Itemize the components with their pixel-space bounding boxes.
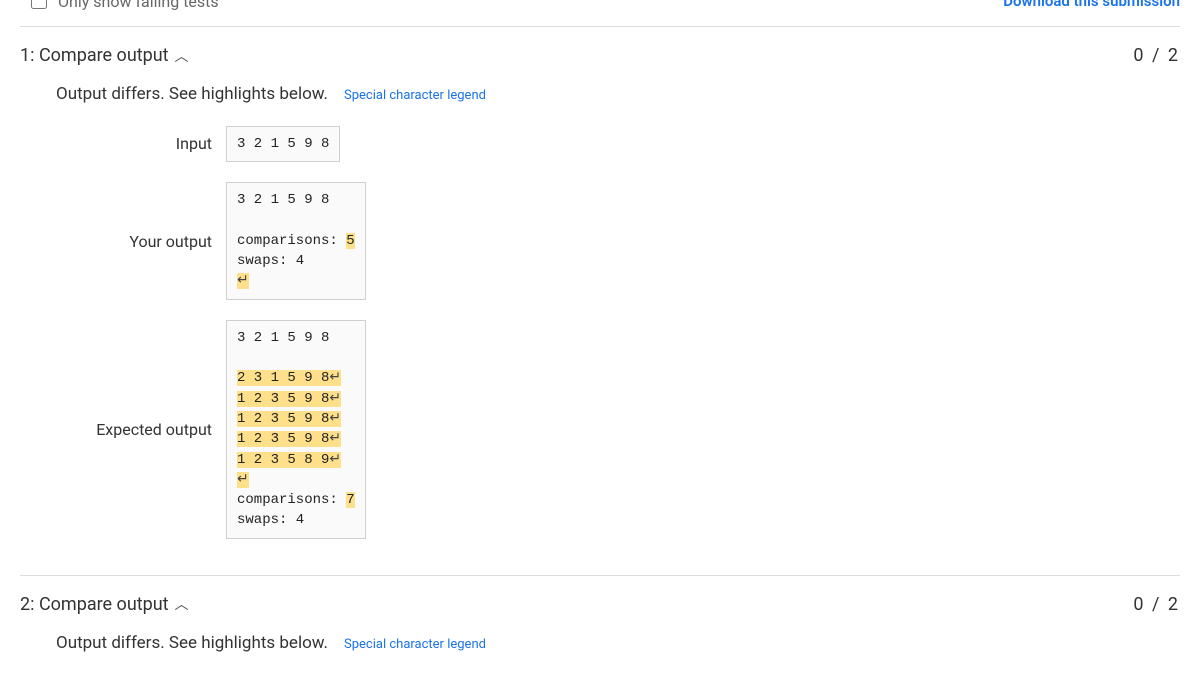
your-swaps: swaps: 4 xyxy=(237,253,304,269)
your-output-label: Your output xyxy=(56,232,226,251)
your-comp-hl: 5 xyxy=(346,233,354,249)
newline-icon: ↵ xyxy=(329,370,341,386)
test-2-message-row: Output differs. See highlights below. Sp… xyxy=(56,633,1180,653)
test-2-title: 2: Compare output xyxy=(20,594,169,615)
your-output-box: 3 2 1 5 9 8 comparisons: 5 swaps: 4 ↵ xyxy=(226,182,366,299)
test-2-score: 0 / 2 xyxy=(1133,594,1180,615)
only-failing-checkbox-wrap[interactable]: Only show failing tests xyxy=(27,0,219,12)
exp-row0-rest: 3 1 5 9 8 xyxy=(245,370,329,386)
input-value: 3 2 1 5 9 8 xyxy=(237,136,329,152)
expected-output-box: 3 2 1 5 9 8 2 3 1 5 9 8↵ 1 2 3 5 9 8↵ 1 … xyxy=(226,320,366,539)
test-2-title-row: 2: Compare output ︿ xyxy=(20,594,189,615)
newline-icon: ↵ xyxy=(329,431,341,447)
exp-row3-rest: 2 3 5 9 8 xyxy=(245,431,329,447)
exp-row4-rest: 2 3 5 8 9 xyxy=(245,452,329,468)
input-box: 3 2 1 5 9 8 xyxy=(226,126,340,162)
newline-icon: ↵ xyxy=(237,273,249,289)
your-comp-prefix: comparisons: xyxy=(237,233,346,249)
test-2-header[interactable]: 2: Compare output ︿ 0 / 2 xyxy=(20,576,1180,633)
test-2-body: Output differs. See highlights below. Sp… xyxy=(20,633,1180,653)
input-label: Input xyxy=(56,126,226,153)
exp-row1-rest: 2 3 5 9 8 xyxy=(245,391,329,407)
top-row: Only show failing tests Download this su… xyxy=(20,0,1180,18)
test-1-header[interactable]: 1: Compare output ︿ 0 / 2 xyxy=(20,27,1180,84)
newline-icon: ↵ xyxy=(329,391,341,407)
test-2-message: Output differs. See highlights below. xyxy=(56,633,328,653)
special-char-legend-link[interactable]: Special character legend xyxy=(344,637,486,652)
newline-icon: ↵ xyxy=(329,411,341,427)
io-table: Input 3 2 1 5 9 8 Your output 3 2 1 5 9 … xyxy=(56,126,1180,539)
chevron-up-icon: ︿ xyxy=(175,594,189,614)
test-1-score: 0 / 2 xyxy=(1133,45,1180,66)
special-char-legend-link[interactable]: Special character legend xyxy=(344,88,486,103)
exp-comp-hl: 7 xyxy=(346,492,354,508)
test-1-message: Output differs. See highlights below. xyxy=(56,84,328,104)
newline-icon: ↵ xyxy=(237,472,249,488)
expected-output-label: Expected output xyxy=(56,420,226,439)
chevron-up-icon: ︿ xyxy=(175,46,189,66)
exp-comp-prefix: comparisons: xyxy=(237,492,346,508)
only-failing-checkbox[interactable] xyxy=(31,0,47,9)
test-1-title: 1: Compare output xyxy=(20,45,169,66)
exp-line1: 3 2 1 5 9 8 xyxy=(237,330,329,346)
exp-swaps: swaps: 4 xyxy=(237,512,304,528)
test-1-title-row: 1: Compare output ︿ xyxy=(20,45,189,66)
your-line1: 3 2 1 5 9 8 xyxy=(237,192,329,208)
test-1-body: Output differs. See highlights below. Sp… xyxy=(20,84,1180,567)
only-failing-label: Only show failing tests xyxy=(58,0,219,11)
download-submission-link[interactable]: Download this submission xyxy=(1003,0,1180,10)
exp-row2-rest: 2 3 5 9 8 xyxy=(245,411,329,427)
test-1-message-row: Output differs. See highlights below. Sp… xyxy=(56,84,1180,104)
newline-icon: ↵ xyxy=(329,452,341,468)
